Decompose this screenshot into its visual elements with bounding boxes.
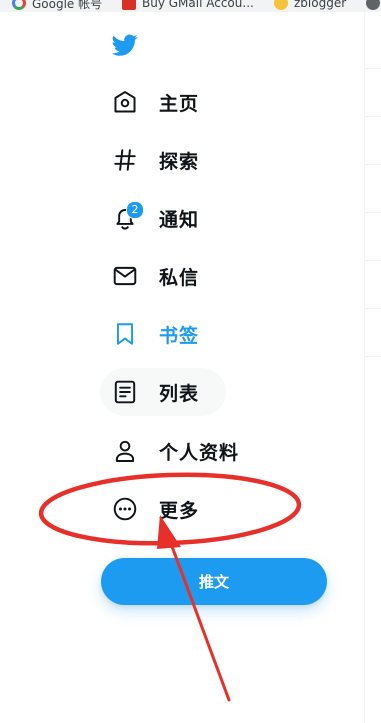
nav-messages-label: 私信 — [159, 266, 200, 289]
nav-notifications[interactable]: 2 通知 — [100, 194, 215, 242]
bookmarks-bar: Google 帐号 Buy GMail Accou... zblogger — [0, 0, 381, 12]
nav-profile[interactable]: 个人资料 — [100, 427, 255, 475]
bookmark-zblogger[interactable]: zblogger — [274, 0, 346, 11]
list-icon — [112, 379, 138, 405]
twitter-logo[interactable] — [110, 32, 140, 58]
profile-icon — [112, 438, 138, 464]
home-icon — [112, 89, 138, 115]
nav-bookmarks[interactable]: 书签 — [100, 310, 215, 358]
more-icon — [112, 496, 138, 522]
mail-icon — [112, 263, 138, 289]
notification-count-badge: 2 — [126, 201, 144, 219]
divider — [365, 356, 381, 357]
divider — [365, 116, 381, 117]
globe-icon — [366, 0, 380, 10]
bookmark-buy-gmail[interactable]: Buy GMail Accou... — [122, 0, 254, 11]
nav-profile-label: 个人资料 — [159, 441, 240, 464]
bookmark-google[interactable]: Google 帐号 — [12, 0, 102, 11]
bookmark-label: Google 帐号 — [32, 0, 103, 11]
divider — [365, 212, 381, 213]
divider — [365, 260, 381, 261]
main-column-edge — [364, 12, 381, 723]
nav-lists[interactable]: 列表 — [100, 368, 226, 416]
nav-messages[interactable]: 私信 — [100, 252, 215, 300]
nav-bookmarks-label: 书签 — [159, 324, 200, 347]
google-icon — [12, 0, 26, 10]
nav-notifications-label: 通知 — [159, 208, 200, 231]
emoji-favicon — [274, 0, 288, 10]
bookmark-label: Buy GMail Accou... — [142, 0, 254, 10]
bell-icon: 2 — [112, 201, 144, 231]
bookmark-icon — [112, 321, 138, 347]
twitter-bird-icon — [111, 34, 138, 56]
nav-explore-label: 探索 — [159, 150, 200, 173]
nav-more[interactable]: 更多 — [100, 485, 215, 533]
nav-home[interactable]: 主页 — [100, 78, 215, 126]
bookmark-favicon — [122, 0, 136, 10]
bookmark-more[interactable] — [366, 0, 380, 11]
nav-explore[interactable]: 探索 — [100, 136, 215, 184]
nav-lists-label: 列表 — [159, 382, 200, 405]
divider — [365, 68, 381, 69]
nav-more-label: 更多 — [159, 499, 200, 522]
divider — [365, 308, 381, 309]
hashtag-icon — [112, 147, 138, 173]
twitter-sidebar-screen: Google 帐号 Buy GMail Accou... zblogger 主页… — [0, 0, 381, 723]
tweet-button[interactable]: 推文 — [101, 558, 327, 605]
nav-home-label: 主页 — [159, 92, 200, 115]
bookmark-label: zblogger — [294, 0, 347, 10]
divider — [365, 164, 381, 165]
